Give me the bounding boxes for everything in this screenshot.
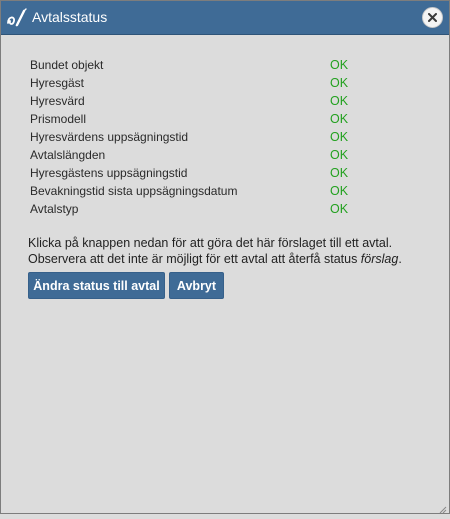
status-ok: OK: [330, 112, 349, 126]
status-row: Avtalslängden OK: [30, 146, 370, 164]
info-message: Klicka på knappen nedan för att göra det…: [28, 235, 438, 267]
status-label: Prismodell: [30, 112, 87, 126]
status-row: Hyresgäst OK: [30, 74, 370, 92]
resize-grip-icon[interactable]: [437, 501, 447, 514]
cancel-button[interactable]: Avbryt: [169, 272, 224, 299]
status-row: Hyresvärdens uppsägningstid OK: [30, 128, 370, 146]
dialog-title: Avtalsstatus: [32, 9, 108, 25]
status-ok: OK: [330, 130, 349, 144]
status-ok: OK: [330, 202, 349, 216]
close-button[interactable]: [422, 7, 443, 28]
status-label: Avtalslängden: [30, 148, 106, 162]
status-row: Hyresgästens uppsägningstid OK: [30, 164, 370, 182]
avtalsstatus-dialog: Avtalsstatus Bundet objekt OK Hyresgäst …: [0, 0, 450, 514]
status-row: Bundet objekt OK: [30, 56, 370, 74]
status-row: Hyresvärd OK: [30, 92, 370, 110]
status-row: Bevakningstid sista uppsägningsdatum OK: [30, 182, 370, 200]
status-label: Bevakningstid sista uppsägningsdatum: [30, 184, 238, 198]
status-checklist: Bundet objekt OK Hyresgäst OK Hyresvärd …: [30, 56, 370, 218]
status-row: Avtalstyp OK: [30, 200, 370, 218]
status-ok: OK: [330, 76, 349, 90]
status-ok: OK: [330, 58, 349, 72]
status-label: Hyresvärdens uppsägningstid: [30, 130, 189, 144]
close-icon: [428, 13, 437, 22]
contract-signature-icon: [6, 8, 28, 28]
status-label: Hyresgäst: [30, 76, 85, 90]
status-label: Bundet objekt: [30, 58, 104, 72]
info-line-2-emphasis: förslag: [360, 252, 399, 266]
status-row: Prismodell OK: [30, 110, 370, 128]
status-ok: OK: [330, 184, 349, 198]
info-line-2: Observera att det inte är möjligt för et…: [28, 251, 438, 267]
change-status-button[interactable]: Ändra status till avtal: [28, 272, 165, 299]
info-line-2-text: Observera att det inte är möjligt för et…: [28, 252, 361, 266]
status-label: Hyresgästens uppsägningstid: [30, 166, 188, 180]
dialog-titlebar[interactable]: Avtalsstatus: [1, 1, 449, 35]
status-ok: OK: [330, 94, 349, 108]
status-ok: OK: [330, 166, 349, 180]
status-label: Avtalstyp: [30, 202, 79, 216]
status-label: Hyresvärd: [30, 94, 85, 108]
info-line-2-suffix: .: [398, 252, 402, 266]
status-ok: OK: [330, 148, 349, 162]
info-line-1: Klicka på knappen nedan för att göra det…: [28, 236, 393, 250]
